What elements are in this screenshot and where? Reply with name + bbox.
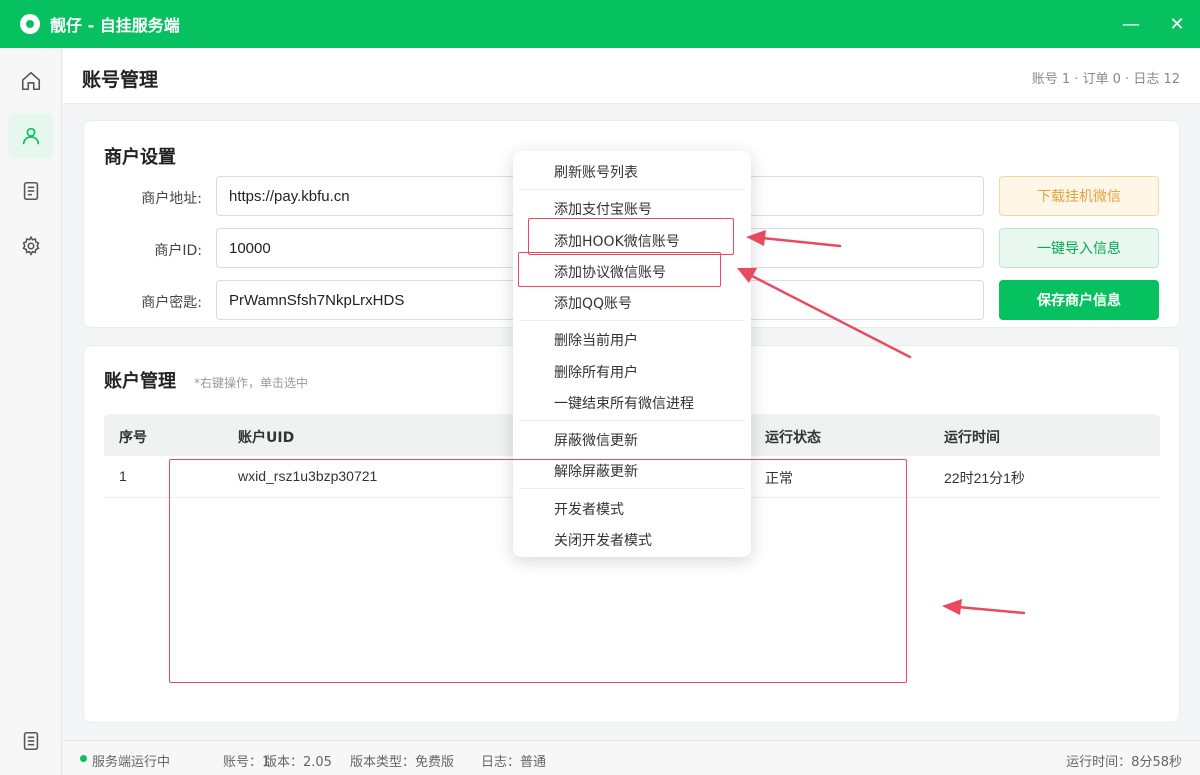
status-state: 服务端运行中 xyxy=(92,755,171,770)
menu-separator xyxy=(519,320,745,321)
title-bar: 靓仔 - 自挂服务端 — ✕ xyxy=(0,0,1200,48)
log-icon xyxy=(23,731,39,751)
header-stats: 账号 1 · 订单 0 · 日志 12 xyxy=(1031,72,1180,87)
minimize-button[interactable]: — xyxy=(1108,0,1154,48)
merchant-id-label: 商户ID: xyxy=(154,243,202,259)
merchant-key-label: 商户密匙: xyxy=(141,295,202,311)
save-merchant-button[interactable]: 保存商户信息 xyxy=(999,280,1159,320)
cell-runtime: 22时21分1秒 xyxy=(944,470,1025,486)
home-icon xyxy=(21,71,41,91)
app-logo-icon xyxy=(20,14,40,34)
column-header-index: 序号 xyxy=(119,430,147,446)
download-wechat-button[interactable]: 下载挂机微信 xyxy=(999,176,1159,216)
menu-separator xyxy=(519,189,745,190)
user-icon xyxy=(22,127,40,145)
gear-icon xyxy=(22,235,40,256)
sidebar xyxy=(0,48,62,775)
menu-item-add-qq[interactable]: 添加QQ账号 xyxy=(554,293,632,313)
status-version: 版本：2.05 xyxy=(264,755,332,770)
menu-separator xyxy=(519,420,745,421)
column-header-uid: 账户UID xyxy=(238,430,295,446)
document-icon xyxy=(23,181,39,201)
sidebar-item-accounts[interactable] xyxy=(8,113,54,159)
window-title: 靓仔 - 自挂服务端 xyxy=(50,16,180,35)
menu-item-delete-all-users[interactable]: 删除所有用户 xyxy=(554,362,638,382)
status-log: 日志：普通 xyxy=(481,755,547,770)
merchant-settings-title: 商户设置 xyxy=(104,147,176,168)
sidebar-item-logs[interactable] xyxy=(8,718,54,764)
cell-index: 1 xyxy=(119,468,127,484)
page-title: 账号管理 xyxy=(82,69,159,91)
close-button[interactable]: ✕ xyxy=(1154,0,1200,48)
status-version-type: 版本类型：免费版 xyxy=(350,755,455,770)
account-management-title: 账户管理 xyxy=(104,371,176,392)
merchant-address-label: 商户地址: xyxy=(141,191,202,207)
column-header-runtime: 运行时间 xyxy=(944,430,1000,446)
status-uptime: 运行时间：8分58秒 xyxy=(1066,755,1182,770)
account-management-hint: *右键操作，单击选中 xyxy=(194,376,309,390)
annotation-highlight-table xyxy=(169,459,907,683)
menu-item-refresh-accounts[interactable]: 刷新账号列表 xyxy=(554,162,638,182)
sidebar-item-orders[interactable] xyxy=(8,168,54,214)
menu-item-delete-current-user[interactable]: 删除当前用户 xyxy=(554,330,638,350)
annotation-highlight-hook xyxy=(528,218,734,255)
sidebar-item-settings[interactable] xyxy=(8,223,54,269)
page-header: 账号管理 账号 1 · 订单 0 · 日志 12 xyxy=(63,48,1200,104)
annotation-highlight-protocol xyxy=(518,252,721,287)
column-header-status: 运行状态 xyxy=(765,430,821,446)
menu-item-kill-wechat-processes[interactable]: 一键结束所有微信进程 xyxy=(554,393,694,413)
import-info-button[interactable]: 一键导入信息 xyxy=(999,228,1159,268)
menu-item-add-alipay[interactable]: 添加支付宝账号 xyxy=(554,199,652,219)
status-indicator-icon xyxy=(80,755,87,762)
sidebar-item-home[interactable] xyxy=(8,58,54,104)
status-bar: 服务端运行中 账号：1 版本：2.05 版本类型：免费版 日志：普通 运行时间：… xyxy=(63,740,1200,775)
menu-item-block-wechat-update[interactable]: 屏蔽微信更新 xyxy=(554,430,638,450)
